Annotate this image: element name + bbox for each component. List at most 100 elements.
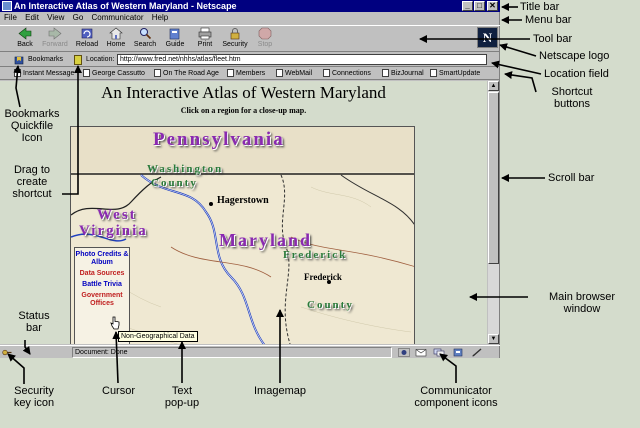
menu-help[interactable]: Help: [152, 13, 168, 22]
menu-communicator[interactable]: Communicator: [92, 13, 144, 22]
shortcut-george-cassutto[interactable]: George Cassutto: [83, 68, 145, 80]
shortcut-bizjournal[interactable]: BizJournal: [382, 68, 424, 80]
title-bar[interactable]: An Interactive Atlas of Western Maryland…: [0, 0, 500, 12]
forward-button[interactable]: Forward: [38, 27, 72, 51]
region-pennsylvania[interactable]: Pennsylvania: [153, 129, 285, 151]
search-icon: [140, 28, 152, 40]
window-title: An Interactive Atlas of Western Maryland…: [14, 1, 237, 11]
minimize-button[interactable]: _: [462, 1, 473, 11]
shortcut-connections[interactable]: Connections: [323, 68, 371, 80]
bookmark-page-icon: [83, 69, 90, 78]
region-west-virginia-label[interactable]: Virginia: [79, 223, 148, 240]
home-icon: [109, 27, 123, 40]
shortcut-members[interactable]: Members: [227, 68, 265, 80]
menu-view[interactable]: View: [47, 13, 64, 22]
menu-edit[interactable]: Edit: [25, 13, 39, 22]
security-key-icon[interactable]: [2, 348, 12, 357]
bookmark-page-icon: [227, 69, 234, 78]
scroll-thumb[interactable]: [488, 92, 499, 264]
link-data-sources[interactable]: Data Sources: [75, 270, 129, 278]
region-washington-county-label[interactable]: County: [151, 177, 198, 189]
region-washington-county[interactable]: Washington: [147, 163, 223, 175]
browser-window: An Interactive Atlas of Western Maryland…: [0, 0, 500, 358]
shortcut-smartupdate[interactable]: SmartUpdate: [430, 68, 480, 80]
search-button[interactable]: Search: [128, 27, 162, 51]
guide-button[interactable]: Guide: [158, 27, 192, 51]
status-bar: Document: Done: [0, 345, 500, 358]
netscape-logo[interactable]: N: [477, 27, 498, 48]
annotation-netscape-logo: Netscape logo: [539, 50, 610, 62]
discussion-component-icon[interactable]: [433, 348, 445, 357]
shortcut-webmail[interactable]: WebMail: [276, 68, 312, 80]
bookmark-page-icon: [14, 69, 21, 78]
arrow-shortcut-buttons: [504, 71, 537, 93]
annotation-shortcut-buttons: Shortcut buttons: [551, 86, 593, 110]
annotation-text-popup: Text pop-up: [164, 385, 200, 409]
personal-toolbar: Instant Message George Cassutto On The R…: [0, 68, 500, 80]
city-hagerstown[interactable]: Hagerstown: [217, 195, 269, 206]
text-popup: Non-Geographical Data: [118, 331, 198, 342]
page-proxy-icon[interactable]: [74, 55, 82, 65]
app-icon: [2, 1, 12, 11]
annotation-tool-bar: Tool bar: [533, 33, 573, 45]
annotation-scroll-bar: Scroll bar: [548, 172, 595, 184]
menu-go[interactable]: Go: [73, 13, 84, 22]
arrow-communicator-icons: [439, 353, 457, 383]
scroll-bar[interactable]: ▲ ▼: [488, 81, 499, 344]
mail-component-icon[interactable]: [415, 348, 427, 357]
back-button[interactable]: Back: [8, 27, 42, 51]
bookmark-page-icon: [154, 69, 161, 78]
shortcut-instant-message[interactable]: Instant Message: [14, 68, 74, 80]
region-maryland[interactable]: Maryland: [219, 230, 312, 251]
bookmarks-quickfile-icon[interactable]: [14, 55, 24, 65]
annotation-title-bar: Title bar: [520, 1, 560, 13]
arrow-netscape-logo: [499, 43, 537, 57]
bookmark-page-icon: [323, 69, 330, 78]
reload-icon: [81, 28, 93, 39]
menu-file[interactable]: File: [4, 13, 17, 22]
link-battle-trivia[interactable]: Battle Trivia: [75, 281, 129, 289]
region-frederick-county[interactable]: Frederick: [283, 249, 347, 261]
main-browser-window: An Interactive Atlas of Western Maryland…: [0, 81, 487, 344]
back-arrow-icon: [18, 27, 32, 40]
stop-icon: [258, 27, 272, 40]
annotation-location-field: Location field: [544, 68, 609, 80]
navigator-component-icon[interactable]: [398, 348, 410, 357]
annotation-security-key-icon: Security key icon: [13, 385, 55, 409]
maximize-button[interactable]: □: [474, 1, 485, 11]
region-frederick-county-label[interactable]: County: [307, 299, 354, 311]
hand-cursor-icon: [110, 316, 120, 330]
page-subtitle: Click on a region for a close-up map.: [180, 106, 307, 115]
bookmark-page-icon: [276, 69, 283, 78]
link-government-offices[interactable]: Government Offices: [75, 292, 129, 308]
menu-bar: File Edit View Go Communicator Help: [0, 12, 500, 24]
close-button[interactable]: ✕: [487, 1, 498, 11]
composer-component-icon[interactable]: [471, 348, 483, 357]
scroll-down-button[interactable]: ▼: [488, 334, 499, 344]
bookmark-page-icon: [430, 69, 437, 78]
print-button[interactable]: Print: [188, 27, 222, 51]
shortcut-on-the-road-age[interactable]: On The Road Age: [154, 68, 219, 80]
link-photo-credits[interactable]: Photo Credits & Album: [75, 251, 129, 267]
annotation-communicator-icons: Communicator component icons: [414, 385, 498, 409]
page-title: An Interactive Atlas of Western Maryland: [101, 83, 386, 102]
city-frederick[interactable]: Frederick: [304, 272, 342, 282]
address-book-component-icon[interactable]: [452, 348, 464, 357]
location-label: Location:: [86, 56, 115, 63]
imagemap[interactable]: Pennsylvania Washington County Hagerstow…: [70, 126, 415, 344]
print-icon: [198, 27, 212, 40]
location-field[interactable]: http://www.fred.net/nhhs/atlas/fleet.htm: [117, 54, 487, 65]
scroll-up-button[interactable]: ▲: [488, 81, 499, 91]
security-button[interactable]: Security: [218, 27, 252, 51]
region-west-virginia[interactable]: West: [97, 207, 137, 224]
annotation-drag-shortcut: Drag to create shortcut: [12, 164, 52, 200]
tool-bar: Back Forward Reload Home Search Guide Pr…: [0, 25, 500, 52]
bookmarks-button[interactable]: Bookmarks: [28, 53, 63, 66]
bookmark-page-icon: [382, 69, 389, 78]
forward-arrow-icon: [48, 27, 62, 40]
guide-icon: [169, 28, 180, 40]
stop-button[interactable]: Stop: [248, 27, 282, 51]
annotation-cursor: Cursor: [102, 385, 136, 397]
security-icon: [230, 28, 240, 40]
side-links-panel: Photo Credits & Album Data Sources Battl…: [74, 247, 130, 344]
